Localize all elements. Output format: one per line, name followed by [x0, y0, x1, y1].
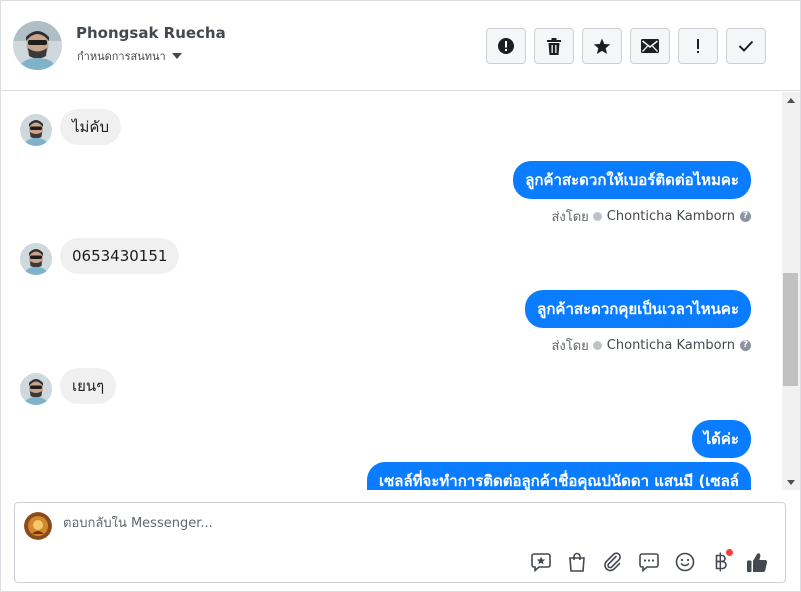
notification-dot [726, 549, 733, 556]
reply-input[interactable] [63, 516, 663, 531]
attach-file-button[interactable] [595, 548, 631, 576]
saved-replies-button[interactable] [523, 548, 559, 576]
scroll-down-arrow-icon[interactable] [782, 474, 800, 490]
star-icon [593, 38, 611, 54]
chat-bubble-icon [639, 553, 659, 572]
incoming-message-bubble[interactable]: เยนๆ [60, 368, 117, 404]
report-spam-button[interactable] [486, 28, 526, 64]
composer-toolbar [523, 548, 775, 576]
sent-by-line: ส่งโดย Chonticha Kamborn ? [551, 206, 751, 227]
sender-avatar[interactable] [20, 114, 52, 146]
sender-avatar[interactable] [20, 243, 52, 275]
emoji-button[interactable] [667, 548, 703, 576]
shop-bag-icon [569, 552, 585, 572]
attachment-icon [604, 552, 621, 572]
verified-check-icon [592, 212, 602, 221]
follow-up-button[interactable] [678, 28, 718, 64]
contact-name[interactable]: Phongsak Ruecha [76, 24, 226, 42]
outgoing-message-bubble[interactable]: ลูกค้าสะดวกคุยเป็นเวลาไหนคะ [525, 290, 751, 328]
payment-button[interactable] [703, 548, 739, 576]
baht-icon [715, 552, 727, 572]
shop-button[interactable] [559, 548, 595, 576]
sent-by-label: ส่งโดย [551, 210, 589, 225]
mark-done-button[interactable] [726, 28, 766, 64]
conversation-settings-dropdown[interactable]: กำหนดการสนทนา [77, 47, 182, 65]
quick-reply-button[interactable] [631, 548, 667, 576]
contact-avatar[interactable] [13, 21, 62, 70]
messenger-inbox-panel: Phongsak Ruecha กำหนดการสนทนา ไม่คับ ลูก… [0, 0, 801, 592]
check-icon [738, 40, 754, 52]
outgoing-message-bubble[interactable]: ลูกค้าสะดวกให้เบอร์ติดต่อไหมคะ [513, 161, 751, 199]
verified-check-icon [592, 341, 602, 350]
exclamation-icon [697, 39, 699, 53]
like-button[interactable] [739, 548, 775, 576]
scroll-up-arrow-icon[interactable] [782, 92, 800, 108]
caret-down-icon [171, 53, 182, 59]
sent-by-line: ส่งโดย Chonticha Kamborn ? [551, 335, 751, 356]
delete-button[interactable] [534, 28, 574, 64]
incoming-message-bubble[interactable]: ไม่คับ [60, 109, 121, 145]
page-avatar [24, 512, 52, 540]
outgoing-message-bubble[interactable]: เซลล์ที่จะทำการติดต่อลูกค้าชื่อคุณปนัดดา… [366, 462, 751, 490]
emoji-icon [675, 552, 695, 572]
thumbs-up-icon [747, 552, 768, 572]
saved-reply-icon [531, 553, 551, 572]
agent-name: Chonticha Kamborn [606, 209, 735, 224]
scrollbar-thumb[interactable] [783, 273, 798, 386]
help-icon[interactable]: ? [740, 340, 751, 351]
mark-unread-button[interactable] [630, 28, 670, 64]
outgoing-message-bubble[interactable]: ได้ค่ะ [691, 420, 751, 458]
agent-name: Chonticha Kamborn [606, 338, 735, 353]
thread-scrollbar[interactable] [782, 92, 800, 490]
star-button[interactable] [582, 28, 622, 64]
conversation-actions [486, 28, 774, 64]
sent-by-label: ส่งโดย [551, 339, 589, 354]
help-icon[interactable]: ? [740, 211, 751, 222]
reply-composer [14, 502, 786, 583]
sender-avatar[interactable] [20, 373, 52, 405]
envelope-icon [641, 39, 659, 53]
message-thread[interactable]: ไม่คับ ลูกค้าสะดวกให้เบอร์ติดต่อไหมคะ ส่… [1, 92, 782, 490]
incoming-message-bubble[interactable]: 0653430151 [60, 238, 180, 274]
trash-icon [547, 37, 561, 55]
conversation-header: Phongsak Ruecha กำหนดการสนทนา [1, 1, 800, 91]
conversation-settings-label: กำหนดการสนทนา [77, 50, 166, 63]
alert-circle-icon [498, 38, 514, 54]
